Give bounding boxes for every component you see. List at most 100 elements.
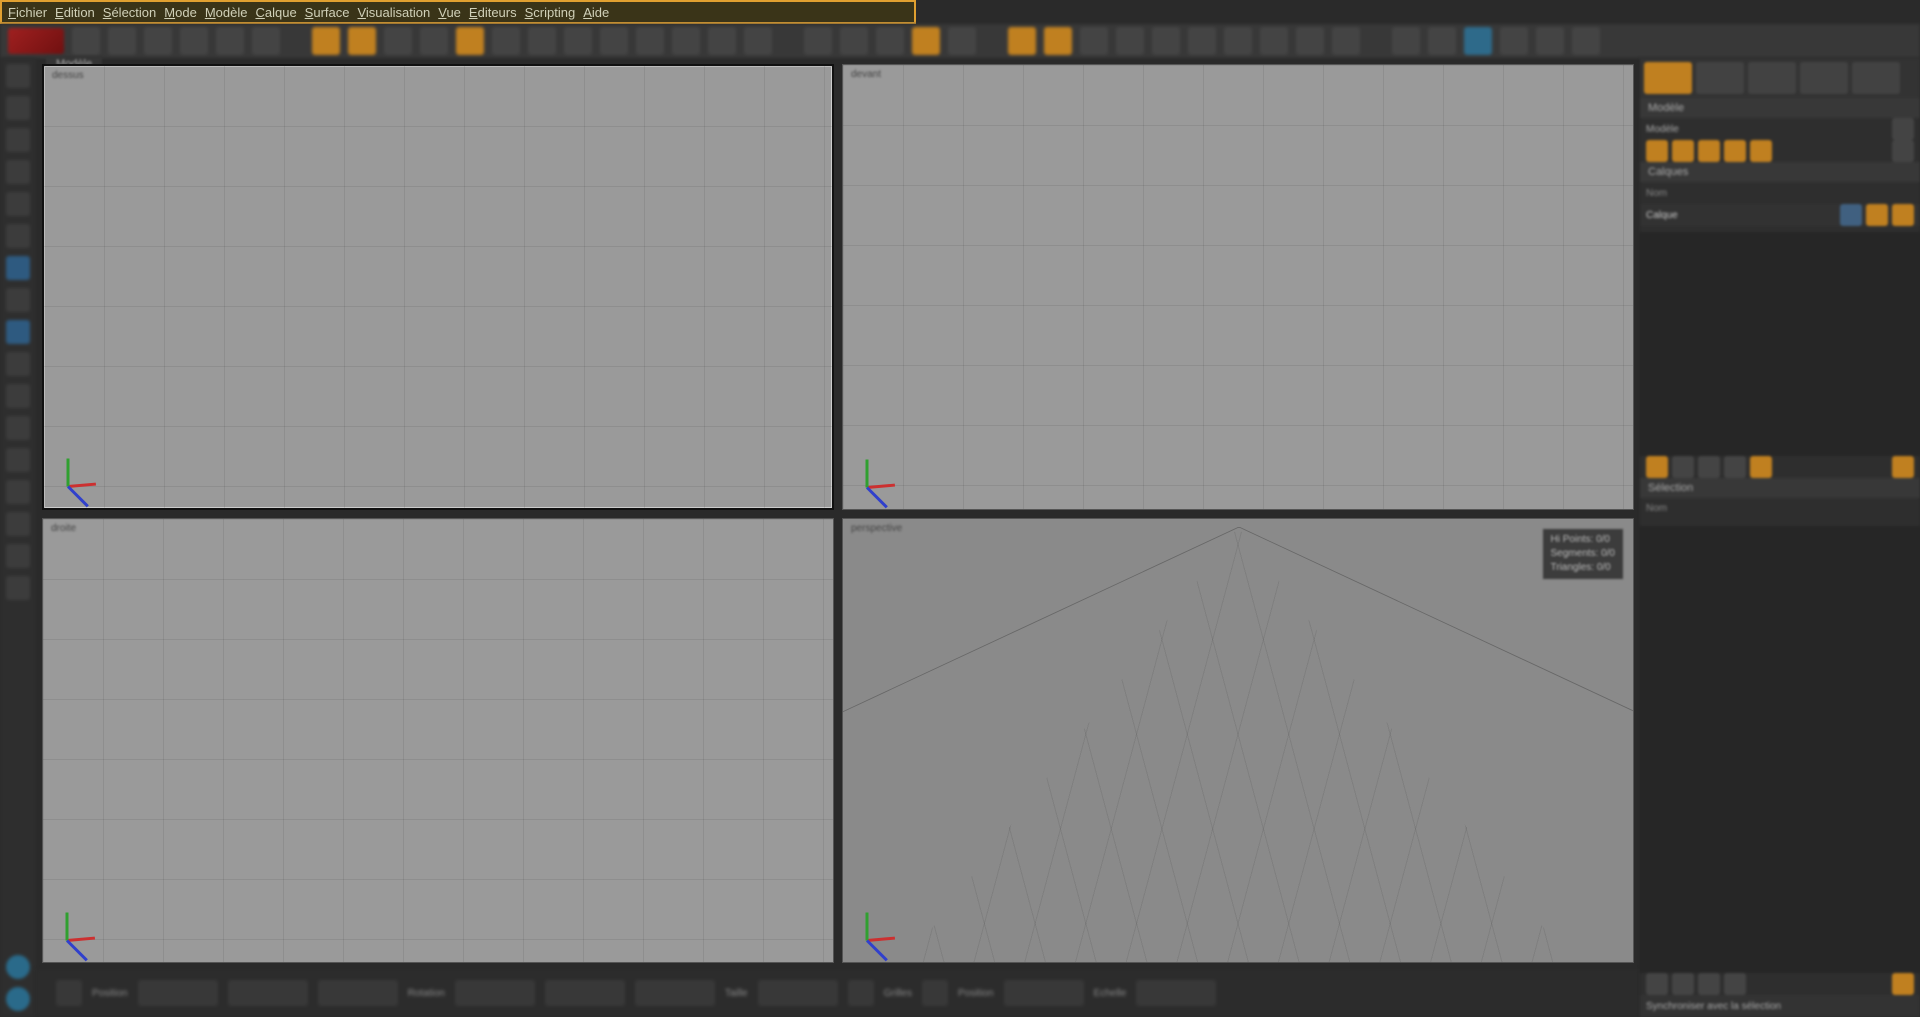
tool-button[interactable] xyxy=(6,160,30,184)
tool-button[interactable] xyxy=(6,955,30,979)
position-z-input[interactable] xyxy=(318,980,398,1006)
sel-tool-icon[interactable] xyxy=(1750,456,1772,478)
scale-x-input[interactable] xyxy=(758,980,838,1006)
rotation-y-input[interactable] xyxy=(545,980,625,1006)
visibility-icon[interactable] xyxy=(1840,204,1862,226)
tool-button[interactable] xyxy=(6,448,30,472)
toolbar-button[interactable] xyxy=(1572,27,1600,55)
layer-tool-icon[interactable] xyxy=(1698,140,1720,162)
tool-button[interactable] xyxy=(6,128,30,152)
toolbar-button[interactable] xyxy=(216,27,244,55)
toolbar-button[interactable] xyxy=(456,27,484,55)
menu-surface[interactable]: Surface xyxy=(305,5,350,20)
layer-tool-icon[interactable] xyxy=(1646,140,1668,162)
grid-position-input[interactable] xyxy=(1004,980,1084,1006)
toolbar-button[interactable] xyxy=(1428,27,1456,55)
toolbar-button[interactable] xyxy=(72,27,100,55)
layer-tool-icon[interactable] xyxy=(1724,140,1746,162)
tool-button[interactable] xyxy=(6,416,30,440)
toolbar-button[interactable] xyxy=(1080,27,1108,55)
toolbar-button[interactable] xyxy=(636,27,664,55)
toolbar-button[interactable] xyxy=(492,27,520,55)
viewport-right[interactable]: droite xyxy=(42,518,834,964)
btn-icon[interactable] xyxy=(1724,973,1746,995)
btn-icon[interactable] xyxy=(1892,973,1914,995)
tool-button[interactable] xyxy=(6,987,30,1011)
row-icon[interactable] xyxy=(1892,118,1914,140)
sel-tool-icon[interactable] xyxy=(1672,456,1694,478)
sel-tool-icon[interactable] xyxy=(1698,456,1720,478)
toolbar-button[interactable] xyxy=(672,27,700,55)
menu-visualisation[interactable]: Visualisation xyxy=(357,5,430,20)
toolbar-button[interactable] xyxy=(840,27,868,55)
tool-button[interactable] xyxy=(6,96,30,120)
tool-button[interactable] xyxy=(6,288,30,312)
toolbar-button[interactable] xyxy=(528,27,556,55)
tool-button[interactable] xyxy=(6,320,30,344)
toolbar-button[interactable] xyxy=(1464,27,1492,55)
position-y-input[interactable] xyxy=(228,980,308,1006)
lock-icon[interactable] xyxy=(1866,204,1888,226)
toolbar-button[interactable] xyxy=(1224,27,1252,55)
toolbar-button[interactable] xyxy=(1536,27,1564,55)
sel-tool-icon[interactable] xyxy=(1892,456,1914,478)
toolbar-button[interactable] xyxy=(1260,27,1288,55)
viewport-perspective[interactable]: perspective Hi Points: 0/0 Segments: 0/0… xyxy=(842,518,1634,964)
menu-editeurs[interactable]: Editeurs xyxy=(469,5,517,20)
toolbar-button[interactable] xyxy=(1332,27,1360,55)
right-tab[interactable] xyxy=(1800,62,1848,94)
sel-tool-icon[interactable] xyxy=(1724,456,1746,478)
menu-vue[interactable]: Vue xyxy=(438,5,461,20)
menu-edition[interactable]: Edition xyxy=(55,5,95,20)
right-tab[interactable] xyxy=(1748,62,1796,94)
position-x-input[interactable] xyxy=(138,980,218,1006)
toolbar-button[interactable] xyxy=(1152,27,1180,55)
toolbar-button[interactable] xyxy=(564,27,592,55)
toolbar-button[interactable] xyxy=(1116,27,1144,55)
toolbar-button[interactable] xyxy=(1188,27,1216,55)
toolbar-button[interactable] xyxy=(708,27,736,55)
toolbar-button[interactable] xyxy=(1296,27,1324,55)
rotation-z-input[interactable] xyxy=(635,980,715,1006)
toolbar-button[interactable] xyxy=(600,27,628,55)
toolbar-button[interactable] xyxy=(384,27,412,55)
tool-button[interactable] xyxy=(6,352,30,376)
lock-icon[interactable] xyxy=(1892,204,1914,226)
bottom-icon[interactable] xyxy=(848,980,874,1006)
menu-sélection[interactable]: Sélection xyxy=(103,5,156,20)
toolbar-button[interactable] xyxy=(1044,27,1072,55)
tool-button[interactable] xyxy=(6,224,30,248)
tool-button[interactable] xyxy=(6,192,30,216)
bottom-icon[interactable] xyxy=(922,980,948,1006)
menu-modèle[interactable]: Modèle xyxy=(205,5,248,20)
right-tab[interactable] xyxy=(1644,62,1692,94)
toolbar-button[interactable] xyxy=(1500,27,1528,55)
btn-icon[interactable] xyxy=(1698,973,1720,995)
menu-calque[interactable]: Calque xyxy=(255,5,296,20)
tool-button[interactable] xyxy=(6,512,30,536)
toolbar-button[interactable] xyxy=(108,27,136,55)
tool-button[interactable] xyxy=(6,64,30,88)
tool-button[interactable] xyxy=(6,544,30,568)
toolbar-button[interactable] xyxy=(912,27,940,55)
toolbar-button[interactable] xyxy=(876,27,904,55)
sync-row[interactable]: Synchroniser avec la sélection xyxy=(1640,995,1920,1017)
bottom-icon[interactable] xyxy=(56,980,82,1006)
viewport-front[interactable]: devant xyxy=(842,64,1634,510)
menu-aide[interactable]: Aide xyxy=(583,5,609,20)
rotation-x-input[interactable] xyxy=(455,980,535,1006)
toolbar-button[interactable] xyxy=(948,27,976,55)
right-tab[interactable] xyxy=(1696,62,1744,94)
toolbar-button[interactable] xyxy=(1008,27,1036,55)
layer-tool-icon[interactable] xyxy=(1672,140,1694,162)
tool-button[interactable] xyxy=(6,576,30,600)
grid-scale-input[interactable] xyxy=(1136,980,1216,1006)
tool-button[interactable] xyxy=(6,384,30,408)
toolbar-button[interactable] xyxy=(420,27,448,55)
btn-icon[interactable] xyxy=(1646,973,1668,995)
viewport-top[interactable]: dessus xyxy=(42,64,834,510)
sel-tool-icon[interactable] xyxy=(1646,456,1668,478)
tool-button[interactable] xyxy=(6,256,30,280)
layer-row[interactable]: Calque xyxy=(1640,204,1920,226)
toolbar-button[interactable] xyxy=(348,27,376,55)
